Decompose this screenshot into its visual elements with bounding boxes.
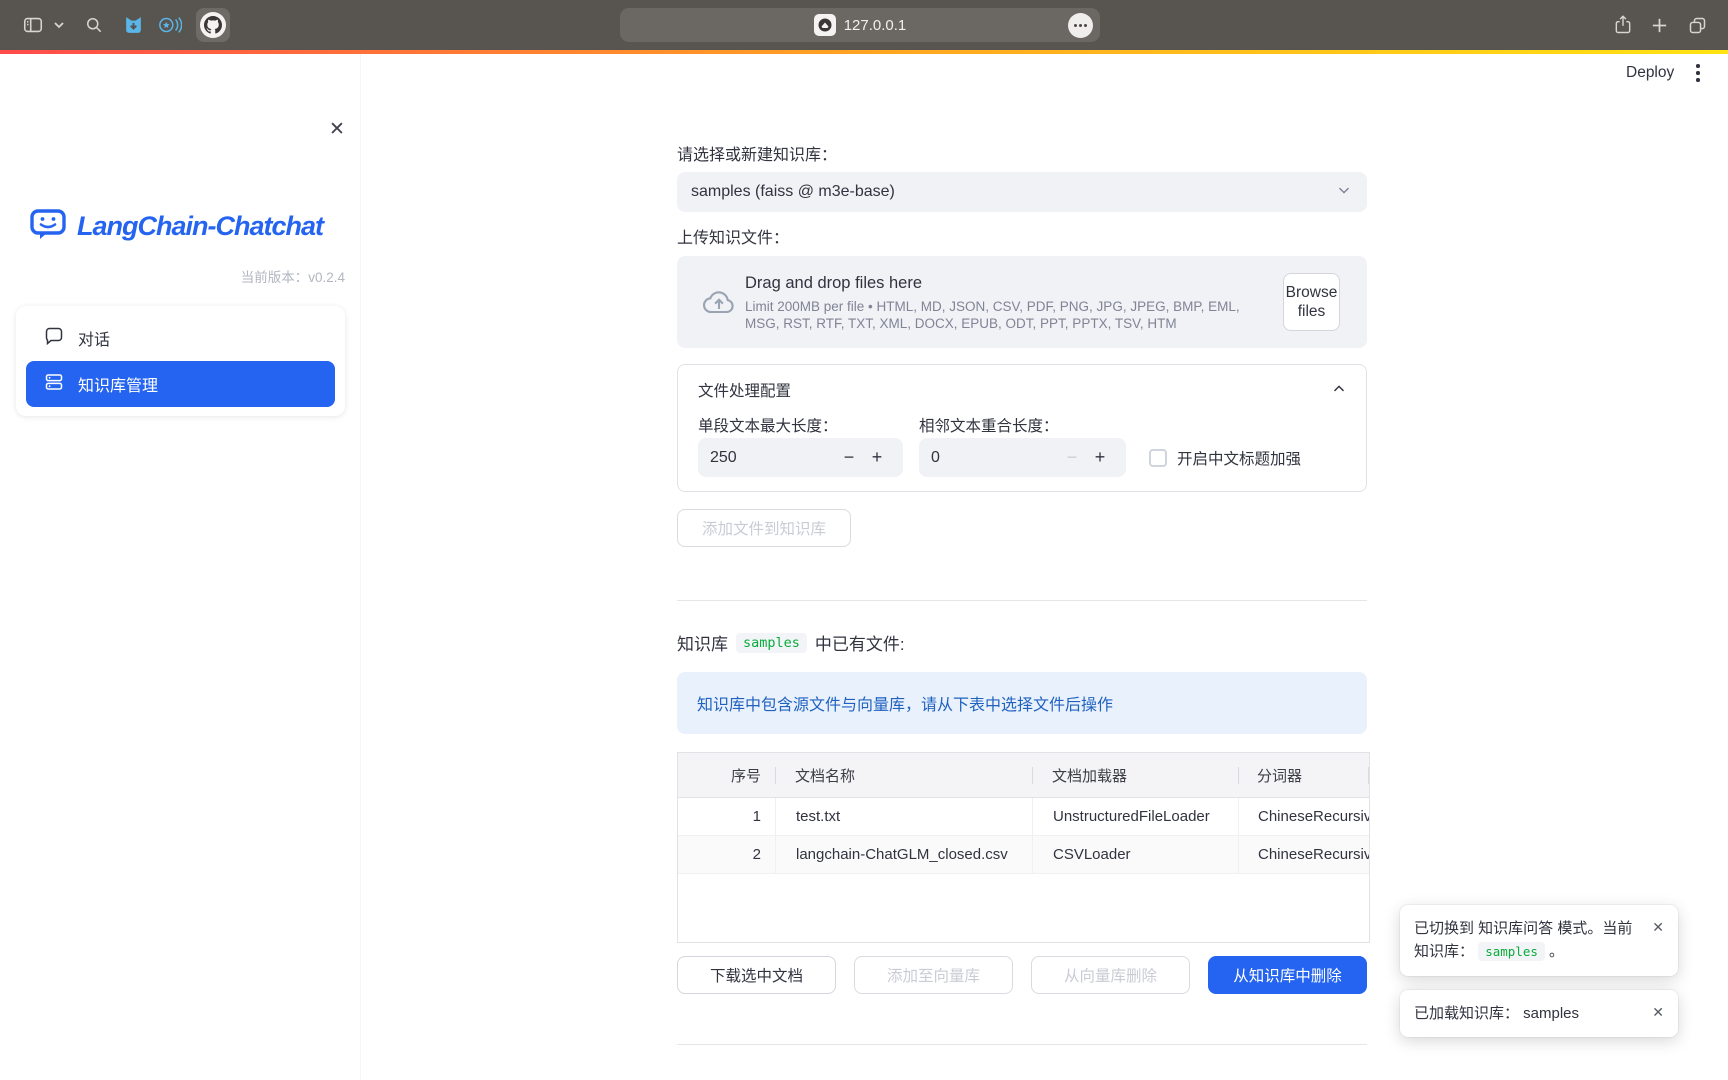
column-header-doc-name[interactable]: 文档名称 xyxy=(775,753,1032,797)
nav-item-label: 对话 xyxy=(78,326,110,350)
github-tab[interactable] xyxy=(196,8,230,42)
file-config-expander: 文件处理配置 单段文本最大长度： 相邻文本重合长度： 250 − + 0 − +… xyxy=(677,364,1367,492)
zh-title-enhance-row: 开启中文标题加强 xyxy=(1149,447,1301,469)
chunk-overlap-label: 相邻文本重合长度： xyxy=(919,414,1059,436)
toast-text: 。 xyxy=(1549,943,1564,960)
kb-select[interactable]: samples (faiss @ m3e-base) xyxy=(677,172,1367,212)
uploader-limit-text: Limit 200MB per file • HTML, MD, JSON, C… xyxy=(745,298,1275,332)
browse-files-button[interactable]: Browse files xyxy=(1283,273,1340,331)
chunk-overlap-input[interactable]: 0 − + xyxy=(919,438,1126,477)
kb-files-heading: 知识库 samples 中已有文件: xyxy=(677,630,905,655)
app-window: 127.0.0.1 ✕ LangChain-Chatchat 当前版本：v0.2… xyxy=(0,0,1728,1080)
table-header-row: 序号 文档名称 文档加载器 分词器 xyxy=(678,753,1369,798)
upload-label: 上传知识文件： xyxy=(677,224,789,248)
app-logo: LangChain-Chatchat xyxy=(28,204,323,249)
new-tab-icon[interactable] xyxy=(1644,0,1674,50)
plus-stepper-icon[interactable]: + xyxy=(1086,447,1114,468)
download-selected-button[interactable]: 下载选中文档 xyxy=(677,956,836,994)
toast-kb-loaded: ✕ 已加载知识库： samples xyxy=(1400,990,1678,1037)
sidebar-nav: 对话 知识库管理 xyxy=(16,306,345,416)
close-icon[interactable]: ✕ xyxy=(1648,1000,1668,1026)
cell-index: 2 xyxy=(678,836,775,873)
chevron-down-icon[interactable] xyxy=(50,0,68,50)
cell-splitter: ChineseRecursiveT xyxy=(1238,798,1369,835)
chunk-size-value: 250 xyxy=(710,449,835,467)
share-icon[interactable] xyxy=(1608,0,1638,50)
table-row[interactable]: 1 test.txt UnstructuredFileLoader Chines… xyxy=(678,798,1369,836)
plus-stepper-icon[interactable]: + xyxy=(863,447,891,468)
table-row[interactable]: 2 langchain-ChatGLM_closed.csv CSVLoader… xyxy=(678,836,1369,874)
chunk-overlap-value: 0 xyxy=(931,449,1058,467)
sidebar-toggle-icon[interactable] xyxy=(18,0,48,50)
column-header-loader[interactable]: 文档加载器 xyxy=(1032,753,1238,797)
sidebar-close-icon[interactable]: ✕ xyxy=(324,116,350,142)
cell-loader: UnstructuredFileLoader xyxy=(1032,798,1238,835)
info-banner: 知识库中包含源文件与向量库，请从下表中选择文件后操作 xyxy=(677,672,1367,734)
chat-icon xyxy=(44,326,64,351)
divider xyxy=(677,1044,1367,1045)
file-uploader-dropzone[interactable]: Drag and drop files here Limit 200MB per… xyxy=(677,256,1367,348)
table-actions: 下载选中文档 添加至向量库 从向量库删除 从知识库中删除 xyxy=(677,956,1367,994)
deploy-button[interactable]: Deploy xyxy=(1626,64,1674,82)
delete-from-kb-button[interactable]: 从知识库中删除 xyxy=(1208,956,1367,994)
zh-title-enhance-label: 开启中文标题加强 xyxy=(1177,447,1301,469)
cell-index: 1 xyxy=(678,798,775,835)
page-settings-icon[interactable] xyxy=(1068,13,1093,38)
toast-kb-code: samples xyxy=(1478,942,1545,961)
address-bar[interactable]: 127.0.0.1 xyxy=(620,8,1100,42)
kb-heading-suffix: 中已有文件: xyxy=(815,630,905,655)
main-menu-icon[interactable] xyxy=(1690,58,1706,88)
zh-title-enhance-checkbox[interactable] xyxy=(1149,449,1167,467)
sidebar: ✕ LangChain-Chatchat 当前版本：v0.2.4 对话 知识库管… xyxy=(0,54,360,1080)
divider xyxy=(677,600,1367,601)
minus-stepper-icon[interactable]: − xyxy=(835,447,863,468)
toast-mode-switched: ✕ 已切换到 知识库问答 模式。当前知识库： samples 。 xyxy=(1400,905,1678,976)
nav-item-label: 知识库管理 xyxy=(78,372,158,396)
nav-item-chat[interactable]: 对话 xyxy=(26,315,335,361)
delete-from-vector-store-button[interactable]: 从向量库删除 xyxy=(1031,956,1190,994)
streamlit-header: Deploy xyxy=(1626,58,1706,88)
chevron-up-icon[interactable] xyxy=(1330,380,1348,403)
site-favicon xyxy=(814,14,836,36)
search-icon[interactable] xyxy=(80,0,108,50)
database-stack-icon xyxy=(44,372,64,397)
kb-select-label: 请选择或新建知识库： xyxy=(677,141,837,165)
extension-cat-icon[interactable] xyxy=(118,0,148,50)
add-files-to-kb-button[interactable]: 添加文件到知识库 xyxy=(677,509,851,547)
toast-text: 已加载知识库： samples xyxy=(1414,1005,1579,1022)
close-icon[interactable]: ✕ xyxy=(1648,915,1668,941)
browser-toolbar: 127.0.0.1 xyxy=(0,0,1728,50)
add-to-vector-store-button[interactable]: 添加至向量库 xyxy=(854,956,1013,994)
extension-ripple-star-icon[interactable] xyxy=(154,0,186,50)
cell-loader: CSVLoader xyxy=(1032,836,1238,873)
cloud-upload-icon xyxy=(701,285,737,326)
kb-name-code: samples xyxy=(736,633,807,653)
select-chevron-down-icon xyxy=(1335,181,1353,204)
app-logo-text: LangChain-Chatchat xyxy=(77,211,323,242)
column-header-index[interactable]: 序号 xyxy=(678,753,775,797)
github-icon xyxy=(200,12,226,38)
files-table: 序号 文档名称 文档加载器 分词器 1 test.txt Unstructure… xyxy=(677,752,1370,943)
tab-overview-icon[interactable] xyxy=(1682,0,1712,50)
uploader-title: Drag and drop files here xyxy=(745,274,922,293)
expander-title[interactable]: 文件处理配置 xyxy=(698,379,791,401)
url-text: 127.0.0.1 xyxy=(844,17,907,34)
cell-splitter: ChineseRecursiveT xyxy=(1238,836,1369,873)
nav-item-knowledge-base[interactable]: 知识库管理 xyxy=(26,361,335,407)
cell-doc-name: test.txt xyxy=(775,798,1032,835)
chat-bubble-logo-icon xyxy=(28,204,68,249)
minus-stepper-icon: − xyxy=(1058,447,1086,468)
column-header-splitter[interactable]: 分词器 xyxy=(1238,753,1369,797)
kb-heading-prefix: 知识库 xyxy=(677,630,728,655)
version-label: 当前版本：v0.2.4 xyxy=(241,266,345,286)
cell-doc-name: langchain-ChatGLM_closed.csv xyxy=(775,836,1032,873)
chunk-size-input[interactable]: 250 − + xyxy=(698,438,903,477)
chunk-size-label: 单段文本最大长度： xyxy=(698,414,838,436)
kb-select-value: samples (faiss @ m3e-base) xyxy=(691,183,1335,201)
